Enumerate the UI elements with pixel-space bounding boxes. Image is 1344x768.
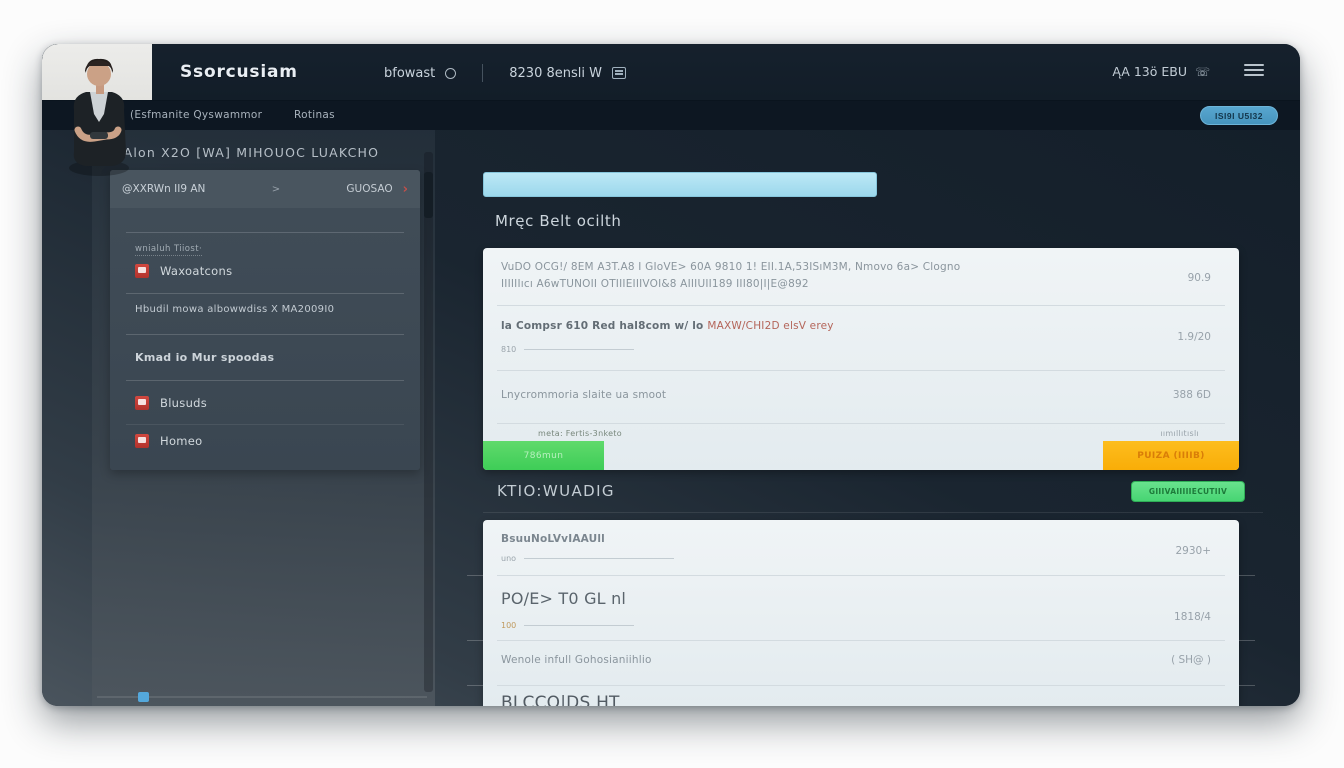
app-red-icon — [135, 434, 149, 448]
section1-title: Mręc Belt ocilth — [495, 212, 621, 230]
app-body: F Alon X2O [WA] MIHOUOC LUAKCHO @XXRWn I… — [42, 130, 1300, 706]
divider — [497, 423, 1225, 424]
row-text: la Compsr 610 Red hal8com w/ lo MAXW/CHI… — [501, 320, 834, 332]
confirm-button[interactable]: 786mun — [483, 441, 604, 470]
sidebar-title: F Alon X2O [WA] MIHOUOC LUAKCHO — [110, 145, 379, 160]
section2-action-button[interactable]: GIIIVAIIIIIECUTIIV — [1131, 481, 1245, 502]
sidebar-item-waxoatcons[interactable]: Waxoatcons — [135, 264, 395, 278]
sidebar-item-label: Kmad io Mur spoodas — [135, 351, 274, 364]
brand-title: Ssorcusiam — [180, 62, 298, 82]
edge-tick — [1239, 575, 1255, 576]
row-subtext: 810 — [501, 345, 634, 354]
row-text: BLCCO|DS HT — [501, 693, 620, 706]
footer-left-caption: meta: Fertis-3nketo — [538, 429, 622, 438]
app-window: Ssorcusiam bfowast 8230 8ensli W ĄA 13ö … — [42, 44, 1300, 706]
divider — [126, 293, 404, 294]
edge-tick — [467, 685, 483, 686]
sidebar-item-hbudil[interactable]: Hbudil mowa albowwdiss X MA2009I0 — [135, 304, 395, 315]
sidebar-dropdown[interactable]: @XXRWn II9 AN > GUOSAO › — [110, 170, 420, 208]
header-divider — [482, 64, 483, 82]
section2-underline — [483, 512, 1263, 513]
subnav-bar: (Esfmanite Qyswammor Rotinas ISI9I U5I32 — [42, 100, 1300, 130]
mini-progress-line — [524, 349, 634, 350]
card1-row-3[interactable]: Lnycrommoria slaite ua smoot 388 6D — [483, 370, 1239, 423]
row-text: Wenole infull Gohosianiihlio — [501, 654, 652, 666]
horizontal-scrollbar-handle[interactable] — [138, 692, 149, 702]
warning-button[interactable]: PUIZA (IIIIB) — [1103, 441, 1239, 470]
app-red-icon — [135, 396, 149, 410]
subnav-item-2[interactable]: Rotinas — [294, 109, 335, 121]
person-photo — [60, 52, 138, 176]
header-center-nav: bfowast 8230 8ensli W — [384, 64, 626, 82]
card2-row-1[interactable]: BsuuNoLVvIAAUll uno 2930+ — [483, 520, 1239, 575]
sidebar-item-label: Hbudil mowa albowwdiss X MA2009I0 — [135, 304, 334, 315]
hamburger-menu-icon[interactable] — [1244, 64, 1264, 78]
edge-tick — [467, 640, 483, 641]
edge-tick — [467, 575, 483, 576]
dropdown-separator: > — [205, 184, 346, 195]
divider — [126, 424, 404, 425]
edge-tick — [1239, 640, 1255, 641]
sidebar-menu-panel: @XXRWn II9 AN > GUOSAO › wnialuh Tiiost·… — [110, 170, 420, 470]
summary-card: VuDO OCG!/ 8EM A3T.A8 I GIoVE> 60A 9810 … — [483, 248, 1239, 470]
mini-progress-line — [524, 625, 634, 626]
mini-progress-line — [524, 558, 674, 559]
sidebar-scrollbar-thumb[interactable] — [424, 172, 433, 218]
header-center-left-label[interactable]: bfowast — [384, 66, 435, 81]
footer-right-caption: ıımıllıtıslı — [1160, 429, 1199, 438]
row-text: BsuuNoLVvIAAUll — [501, 533, 605, 545]
sidebar-item-label: Blusuds — [160, 396, 207, 410]
avatar — [60, 52, 138, 176]
header-bar: Ssorcusiam bfowast 8230 8ensli W ĄA 13ö … — [42, 44, 1300, 100]
row-value: 1.9/20 — [1177, 331, 1211, 343]
section2-title: KTIO:WUADIG — [497, 482, 615, 500]
row-text-line1: VuDO OCG!/ 8EM A3T.A8 I GIoVE> 60A 9810 … — [501, 261, 960, 273]
flag-icon — [612, 67, 626, 79]
phone-icon: ☏ — [1195, 65, 1210, 79]
divider — [126, 380, 404, 381]
sidebar-scrollbar-track[interactable] — [424, 152, 433, 692]
row-text-accent: MAXW/CHI2D elsV erey — [707, 320, 833, 332]
subnav-action-button[interactable]: ISI9I U5I32 — [1200, 106, 1278, 125]
dropdown-selected-value: GUOSAO — [346, 183, 392, 195]
highlight-banner[interactable] — [483, 172, 877, 197]
sidebar-item-blusuds[interactable]: Blusuds — [135, 396, 395, 410]
row-value: 90.9 — [1188, 272, 1211, 284]
header-center-right-label[interactable]: 8230 8ensli W — [509, 66, 602, 81]
header-right-group: ĄA 13ö EBU ☏ — [1112, 64, 1210, 79]
row-subtext: 100 — [501, 621, 634, 630]
sidebar-section-label: wnialuh Tiiost· — [135, 244, 202, 256]
sidebar-item-label: Waxoatcons — [160, 264, 232, 278]
ring-icon — [445, 68, 456, 79]
row-value: ( SH@ ) — [1171, 654, 1211, 666]
sidebar-item-homeo[interactable]: Homeo — [135, 434, 395, 448]
sidebar-item-label: Homeo — [160, 434, 203, 448]
card2-row-3[interactable]: Wenole infull Gohosianiihlio ( SH@ ) — [483, 640, 1239, 685]
detail-card: BsuuNoLVvIAAUll uno 2930+ PO/E> T0 GL nl… — [483, 520, 1239, 706]
divider — [126, 334, 404, 335]
card2-row-4[interactable]: BLCCO|DS HT — [483, 685, 1239, 706]
divider — [126, 232, 404, 233]
header-right-label: ĄA 13ö EBU — [1112, 64, 1187, 79]
main-content: Mręc Belt ocilth VuDO OCG!/ 8EM A3T.A8 I… — [483, 130, 1273, 706]
chevron-right-icon: › — [403, 183, 408, 196]
row-text: Lnycrommoria slaite ua smoot — [501, 389, 666, 401]
subnav-item-1[interactable]: (Esfmanite Qyswammor — [130, 109, 262, 121]
card2-row-2[interactable]: PO/E> T0 GL nl 100 1818/4 — [483, 575, 1239, 640]
row-text: PO/E> T0 GL nl — [501, 589, 626, 608]
row-text-line2: IIIIIIıcı A6wTUNOII OTIIIEIIIVOI&8 AIIIU… — [501, 278, 809, 290]
row-value: 1818/4 — [1174, 611, 1211, 623]
sidebar-item-kmad[interactable]: Kmad io Mur spoodas — [135, 351, 395, 364]
row-subtext: uno — [501, 554, 674, 563]
app-red-icon — [135, 264, 149, 278]
row-value: 388 6D — [1173, 389, 1211, 401]
row-value: 2930+ — [1175, 545, 1211, 557]
dropdown-left-label: @XXRWn II9 AN — [122, 183, 205, 195]
card1-row-1[interactable]: VuDO OCG!/ 8EM A3T.A8 I GIoVE> 60A 9810 … — [483, 248, 1239, 305]
edge-tick — [1239, 685, 1255, 686]
page: Ssorcusiam bfowast 8230 8ensli W ĄA 13ö … — [0, 0, 1344, 768]
card1-row-2[interactable]: la Compsr 610 Red hal8com w/ lo MAXW/CHI… — [483, 305, 1239, 370]
